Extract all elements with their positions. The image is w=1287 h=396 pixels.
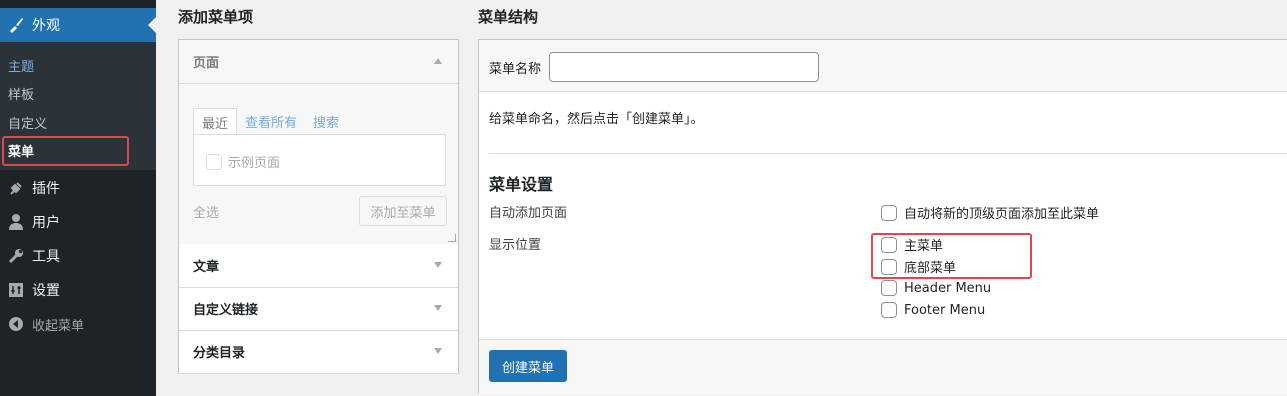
page-checkbox[interactable] [206,153,222,170]
menu-instruction-text: 给菜单命名，然后点击「创建菜单」。 [489,112,704,127]
recent-pages-panel: 示例页面 [193,134,446,186]
location-checkbox[interactable] [881,302,897,318]
page-item-sample[interactable]: 示例页面 [206,152,280,171]
sidebar-item-label: 插件 [32,181,60,197]
tab-view-all[interactable]: 查看所有 [237,108,305,134]
submenu-item-customize[interactable]: 自定义 [8,113,47,132]
tab-recent[interactable]: 最近 [193,108,238,134]
pages-tabs: 最近 查看所有 搜索 [193,108,347,134]
location-option-header-menu[interactable]: Header Menu [881,280,991,296]
auto-add-pages-label: 自动添加页面 [489,206,568,221]
accordion-categories-header[interactable]: 分类目录 [179,330,458,374]
menu-name-input[interactable] [549,52,819,82]
admin-sidebar: 外观 主题 样板 自定义 菜单 插件 用户 工具 设置 收起菜单 [0,0,156,396]
sidebar-item-label: 收起菜单 [32,318,85,334]
accordion-label: 页面 [193,56,220,71]
paintbrush-icon [6,15,26,35]
accordion-pages-header[interactable]: 页面 [179,40,458,84]
menu-name-bar: 菜单名称 [479,40,1287,92]
option-label: Header Menu [904,280,992,296]
location-checkbox[interactable] [881,280,897,296]
submenu-item-patterns[interactable]: 样板 [8,84,34,103]
sidebar-item-label: 设置 [32,283,60,299]
sidebar-collapse[interactable]: 收起菜单 [0,307,156,341]
option-label: Footer Menu [904,302,986,318]
accordion-custom-links-header[interactable]: 自定义链接 [179,287,458,331]
accordion-posts-header[interactable]: 文章 [179,244,458,288]
resize-handle-icon[interactable] [448,234,456,242]
user-icon [6,212,26,232]
chevron-down-icon [434,262,442,268]
page-item-label: 示例页面 [228,156,281,171]
tab-search[interactable]: 搜索 [305,108,347,134]
accordion-label: 文章 [193,260,220,275]
settings-icon [6,280,26,300]
menu-name-label: 菜单名称 [489,62,542,77]
option-label: 自动将新的顶级页面添加至此菜单 [904,207,1100,222]
auto-add-pages-option[interactable]: 自动将新的顶级页面添加至此菜单 [881,203,1099,222]
accordion-pages-body: 最近 查看所有 搜索 示例页面 全选 添加至菜单 [179,84,458,244]
accordion-label: 自定义链接 [193,303,259,318]
location-option-footer-menu[interactable]: Footer Menu [881,302,985,318]
add-to-menu-button[interactable]: 添加至菜单 [359,196,447,226]
add-menu-items-accordion: 页面 最近 查看所有 搜索 示例页面 全选 添加至菜单 文章 自定义链接 分类目… [178,39,459,374]
menu-footer-bar: 创建菜单 [479,339,1287,395]
auto-add-checkbox[interactable] [881,204,897,221]
sidebar-item-label: 外观 [32,18,60,34]
sidebar-item-settings[interactable]: 设置 [0,273,156,307]
display-location-label: 显示位置 [489,238,542,253]
collapse-icon [6,314,26,334]
chevron-down-icon [434,305,442,311]
sidebar-item-label: 用户 [32,215,60,231]
submenu-item-themes[interactable]: 主题 [8,56,34,75]
sidebar-item-plugins[interactable]: 插件 [0,171,156,205]
wrench-icon [6,246,26,266]
menu-structure-title: 菜单结构 [478,8,539,26]
chevron-up-icon [434,58,442,64]
plugin-icon [6,178,26,198]
select-all-link[interactable]: 全选 [193,202,219,221]
chevron-down-icon [434,348,442,354]
create-menu-button[interactable]: 创建菜单 [489,350,567,382]
sidebar-item-appearance[interactable]: 外观 [0,8,156,42]
menu-settings-title: 菜单设置 [489,175,554,194]
menus-highlight-box [2,136,129,166]
locations-highlight-box [871,233,1032,279]
add-menu-items-title: 添加菜单项 [178,8,254,26]
divider [489,153,1287,154]
accordion-label: 分类目录 [193,346,246,361]
sidebar-item-tools[interactable]: 工具 [0,239,156,273]
menu-structure-panel: 菜单名称 给菜单命名，然后点击「创建菜单」。 菜单设置 自动添加页面 自动将新的… [478,39,1287,395]
sidebar-item-users[interactable]: 用户 [0,205,156,239]
sidebar-item-label: 工具 [32,249,60,265]
